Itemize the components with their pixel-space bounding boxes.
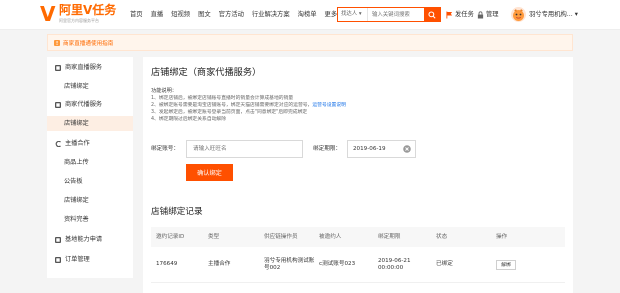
user-name[interactable]: 羽兮专用机构... ▾ <box>529 11 578 19</box>
cell-invitee: c测试账号023 <box>319 261 356 267</box>
table-row: 176649 主播合作 羽兮专用机构测试账号002 c测试账号023 2019-… <box>151 247 565 283</box>
sidebar-group-label: 商家直播服务 <box>65 64 103 71</box>
column-header: 邀约记录ID <box>156 233 185 240</box>
avatar[interactable] <box>511 7 526 22</box>
column-header: 操作 <box>496 233 508 240</box>
lock-icon <box>477 11 484 19</box>
period-label: 绑定期限： <box>313 146 341 152</box>
binding-records-table: 邀约记录ID 类型 供应链操作员 被邀约人 绑定期限 状态 操作 176649 … <box>151 227 565 283</box>
logo-title: 阿里V任务 <box>59 3 117 17</box>
top-header: V 阿里V任务 阿里官方内容服务平台 首页 直播 短视频 图文 官方活动 行业解… <box>0 0 620 30</box>
manage-button[interactable]: 管理 <box>477 11 499 19</box>
nav-article[interactable]: 图文 <box>198 11 211 19</box>
nav-short-video[interactable]: 短视频 <box>171 11 190 19</box>
cell-record-id: 176649 <box>156 261 178 267</box>
sidebar-item-bulletin-board[interactable]: 公告板 <box>47 174 133 189</box>
description-line: 4、绑定期限过后绑定关系自动解除 <box>151 117 227 122</box>
order-icon <box>55 257 61 263</box>
anchor-coop-icon <box>55 141 61 147</box>
column-header: 状态 <box>436 233 448 240</box>
manage-label: 管理 <box>486 11 499 18</box>
cell-type: 主播合作 <box>208 261 231 267</box>
cell-action: 解绑 <box>496 259 565 270</box>
sidebar-item-store-binding-proxy[interactable]: 店铺绑定 <box>47 116 133 131</box>
sidebar-group-label: 主播合作 <box>65 140 90 147</box>
search-input[interactable] <box>368 8 424 21</box>
notice-bar[interactable]: 商家直播通使用指南 <box>47 34 573 51</box>
column-header: 被邀约人 <box>319 233 342 240</box>
description-line-text: 2、被绑定账号需要是淘宝店铺账号，绑定天猫店铺需要绑定对应的运营号， <box>151 103 313 108</box>
description-title: 功能说明： <box>151 88 177 94</box>
sidebar-group-label: 订单管理 <box>65 256 90 263</box>
sidebar-item-product-upload[interactable]: 商品上传 <box>47 155 133 170</box>
search-bar: 找达人 ▾ <box>337 7 441 22</box>
main-nav: 首页 直播 短视频 图文 官方活动 行业解决方案 淘榜单 更多▾ <box>130 11 349 19</box>
proxy-service-icon <box>55 102 61 108</box>
sidebar-item-store-binding-live[interactable]: 店铺绑定 <box>47 79 133 94</box>
confirm-binding-button[interactable]: 确认绑定 <box>186 164 233 181</box>
date-picker[interactable]: 2019-06-19 <box>347 140 416 158</box>
nav-live[interactable]: 直播 <box>151 11 164 19</box>
nav-home[interactable]: 首页 <box>130 11 143 19</box>
search-type-label: 找达人 <box>341 11 358 17</box>
nav-solutions[interactable]: 行业解决方案 <box>252 11 290 19</box>
page-title: 店铺绑定（商家代播服务） <box>151 67 262 78</box>
sidebar-group-label: 商家代播服务 <box>65 101 103 108</box>
operator-setup-link[interactable]: 运营号设置说明 <box>312 103 346 108</box>
description-line: 1、绑定店铺后，被绑定店铺账号直播时的销量会计算成基地的销量 <box>151 96 294 101</box>
notice-text: 商家直播通使用指南 <box>63 40 114 47</box>
description-line: 2、被绑定账号需要是淘宝店铺账号，绑定天猫店铺需要绑定对应的运营号，运营号设置说… <box>151 103 346 109</box>
account-input[interactable] <box>186 140 303 158</box>
column-header: 供应链操作员 <box>264 233 298 240</box>
sidebar-group-proxy-live[interactable]: 商家代播服务 <box>55 101 102 109</box>
nav-more-label: 更多 <box>324 11 338 18</box>
live-service-icon <box>55 65 61 71</box>
cell-period: 2019-06-21 00:00:00 <box>378 257 411 271</box>
clear-icon[interactable] <box>403 145 411 153</box>
sidebar: 商家直播服务 店铺绑定 商家代播服务 店铺绑定 主播合作 商品上传 公告板 店铺… <box>47 57 133 278</box>
sidebar-group-merchant-live[interactable]: 商家直播服务 <box>55 64 102 72</box>
sidebar-group-label: 基地能力申请 <box>65 236 103 243</box>
column-header: 绑定期限 <box>378 233 401 240</box>
search-icon <box>428 10 436 19</box>
column-header: 类型 <box>208 233 220 240</box>
publish-task-label: 发任务 <box>455 11 474 18</box>
description-line: 3、发起绑定后，被绑定账号登录当前页面，点击"同意绑定"后即完成绑定 <box>151 110 308 115</box>
records-title: 店铺绑定记录 <box>151 207 203 217</box>
cell-status: 已绑定 <box>436 261 453 267</box>
publish-task-button[interactable]: 发任务 <box>446 11 474 19</box>
logo-subtitle: 阿里官方内容服务平台 <box>59 18 99 23</box>
logo-mark: V <box>40 2 56 26</box>
avatar-image <box>513 9 524 21</box>
search-button[interactable] <box>424 8 440 21</box>
unbind-button[interactable]: 解绑 <box>496 259 516 270</box>
user-name-label: 羽兮专用机构... <box>529 11 573 18</box>
cell-operator: 羽兮专用机构测试账号002 <box>264 257 315 271</box>
flag-icon <box>446 11 453 19</box>
nav-official-activity[interactable]: 官方活动 <box>219 11 244 19</box>
nav-rankings[interactable]: 淘榜单 <box>298 11 317 19</box>
main-content: 店铺绑定（商家代播服务） 功能说明： 1、绑定店铺后，被绑定店铺账号直播时的销量… <box>143 57 573 293</box>
sidebar-group-base-capability[interactable]: 基地能力申请 <box>55 236 102 244</box>
search-type-select[interactable]: 找达人 ▾ <box>338 8 368 21</box>
table-header: 邀约记录ID 类型 供应链操作员 被邀约人 绑定期限 状态 操作 <box>151 227 565 247</box>
date-value: 2019-06-19 <box>353 146 386 152</box>
logo[interactable]: V 阿里V任务 阿里官方内容服务平台 <box>40 4 140 26</box>
base-capability-icon <box>55 237 61 243</box>
sidebar-item-profile-completion[interactable]: 资料完善 <box>47 212 133 227</box>
sidebar-group-anchor-coop[interactable]: 主播合作 <box>55 140 90 148</box>
sidebar-group-order-management[interactable]: 订单管理 <box>55 256 90 264</box>
sidebar-item-store-binding-anchor[interactable]: 店铺绑定 <box>47 193 133 208</box>
account-label: 绑定账号： <box>151 146 179 152</box>
info-icon <box>54 39 60 46</box>
